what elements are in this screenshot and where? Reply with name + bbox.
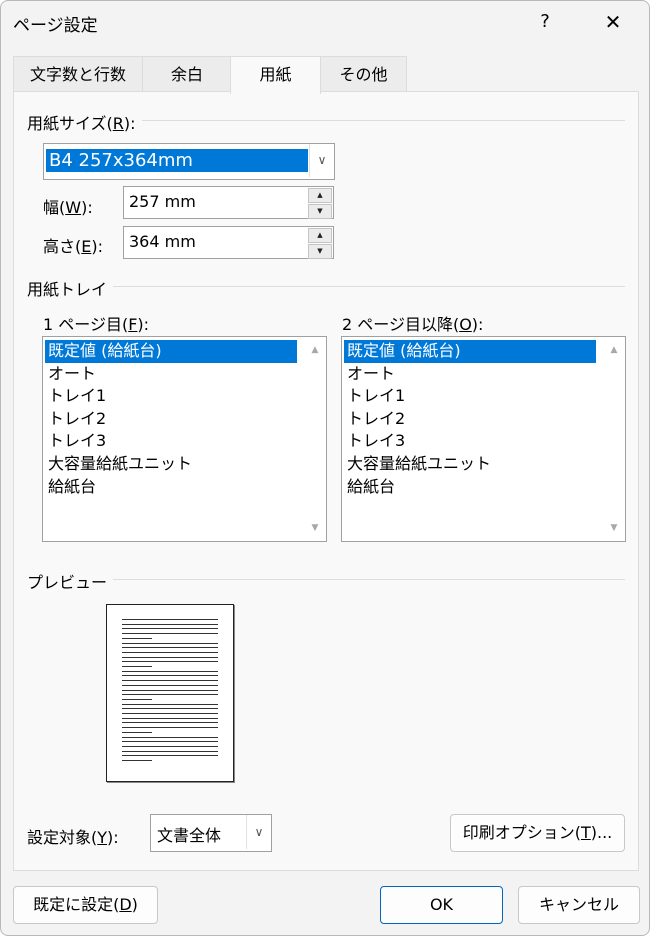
preview-line xyxy=(122,633,218,635)
chevron-down-icon[interactable]: ∨ xyxy=(246,815,271,849)
height-label: 高さ(E): xyxy=(43,237,103,256)
preview-line xyxy=(122,750,218,752)
preview-line xyxy=(122,637,152,639)
spin-down-icon[interactable]: ▼ xyxy=(308,244,332,259)
ok-button[interactable]: OK xyxy=(380,886,503,924)
scroll-up-icon[interactable]: ▲ xyxy=(307,345,323,355)
preview-line xyxy=(122,642,218,644)
list-item[interactable]: 給紙台 xyxy=(344,476,596,499)
preview-line xyxy=(122,680,218,682)
preview-line xyxy=(122,694,218,696)
list-item[interactable]: 既定値 (給紙台) xyxy=(344,340,596,363)
preview-group-label: プレビュー xyxy=(27,569,114,593)
page-setup-dialog: ページ設定 ? ✕ 文字数と行数 余白 用紙 その他 用紙サイズ(R): B4 … xyxy=(0,0,650,936)
preview-line xyxy=(122,656,218,658)
list-item[interactable]: トレイ2 xyxy=(344,408,596,431)
close-icon[interactable]: ✕ xyxy=(597,7,629,37)
paper-tray-divider xyxy=(113,286,625,287)
list-item[interactable]: オート xyxy=(45,363,297,386)
scroll-down-icon[interactable]: ▼ xyxy=(606,523,622,533)
preview-line xyxy=(122,760,152,761)
width-spin-buttons: ▲ ▼ xyxy=(308,188,332,219)
other-pages-tray-items: 既定値 (給紙台) オート トレイ1 トレイ2 トレイ3 大容量給紙ユニット 給… xyxy=(344,340,596,498)
list-item[interactable]: トレイ2 xyxy=(45,408,297,431)
help-icon[interactable]: ? xyxy=(531,7,559,37)
first-page-tray-list[interactable]: 既定値 (給紙台) オート トレイ1 トレイ2 トレイ3 大容量給紙ユニット 給… xyxy=(42,336,327,542)
other-pages-tray-list[interactable]: 既定値 (給紙台) オート トレイ1 トレイ2 トレイ3 大容量給紙ユニット 給… xyxy=(341,336,626,542)
preview-line xyxy=(122,741,218,743)
apply-to-label: 設定対象(Y): xyxy=(27,828,119,847)
height-value[interactable]: 364 mm xyxy=(129,232,196,251)
preview-line xyxy=(122,717,218,719)
width-value[interactable]: 257 mm xyxy=(129,192,196,211)
preview-line xyxy=(122,619,218,620)
paper-size-divider xyxy=(141,120,625,121)
preview-line xyxy=(122,703,218,705)
tab-paper[interactable]: 用紙 xyxy=(230,56,321,94)
preview-line xyxy=(122,736,218,738)
width-spinner[interactable]: 257 mm ▲ ▼ xyxy=(123,186,334,219)
apply-to-value: 文書全体 xyxy=(157,826,222,845)
chevron-down-icon[interactable]: ∨ xyxy=(309,144,334,177)
preview-line xyxy=(122,651,218,653)
tab-characters-lines[interactable]: 文字数と行数 xyxy=(13,56,143,93)
preview-line xyxy=(122,755,218,757)
paper-size-group-label: 用紙サイズ(R): xyxy=(27,110,142,134)
preview-line xyxy=(122,698,152,700)
print-options-button[interactable]: 印刷オプション(T)... xyxy=(450,814,625,852)
preview-line xyxy=(122,647,218,649)
preview-line xyxy=(122,745,218,747)
apply-to-dropdown[interactable]: 文書全体 ∨ xyxy=(150,814,272,852)
list-item[interactable]: トレイ3 xyxy=(344,430,596,453)
list-item[interactable]: 既定値 (給紙台) xyxy=(45,340,297,363)
preview-line xyxy=(122,623,218,625)
list-item[interactable]: トレイ1 xyxy=(344,385,596,408)
preview-divider xyxy=(103,579,625,580)
preview-line xyxy=(122,713,218,714)
preview-line xyxy=(122,727,218,729)
tab-other[interactable]: その他 xyxy=(320,56,407,93)
height-spinner[interactable]: 364 mm ▲ ▼ xyxy=(123,226,334,259)
other-pages-label: 2 ページ目以降(O): xyxy=(342,315,484,334)
spin-up-icon[interactable]: ▲ xyxy=(308,228,332,243)
list-item[interactable]: トレイ1 xyxy=(45,385,297,408)
preview-line xyxy=(122,661,218,663)
list-item[interactable]: 給紙台 xyxy=(45,476,297,499)
list-item[interactable]: トレイ3 xyxy=(45,430,297,453)
set-default-button[interactable]: 既定に設定(D) xyxy=(13,886,158,924)
first-page-tray-items: 既定値 (給紙台) オート トレイ1 トレイ2 トレイ3 大容量給紙ユニット 給… xyxy=(45,340,297,498)
preview-line xyxy=(122,666,152,667)
paper-size-dropdown[interactable]: B4 257x364mm ∨ xyxy=(43,143,335,180)
tab-margins[interactable]: 余白 xyxy=(142,56,232,93)
list-item[interactable]: オート xyxy=(344,363,596,386)
width-label: 幅(W): xyxy=(43,198,93,217)
preview-line xyxy=(122,722,218,724)
preview-line xyxy=(122,670,218,672)
preview-line xyxy=(122,708,218,710)
scroll-down-icon[interactable]: ▼ xyxy=(307,523,323,533)
spin-up-icon[interactable]: ▲ xyxy=(308,188,332,203)
preview-line xyxy=(122,628,218,630)
preview-line xyxy=(122,689,218,691)
first-page-label: 1 ページ目(F): xyxy=(43,315,150,334)
page-preview xyxy=(106,604,234,782)
dialog-title: ページ設定 xyxy=(13,16,98,36)
preview-line xyxy=(122,684,218,686)
scroll-up-icon[interactable]: ▲ xyxy=(606,345,622,355)
preview-line xyxy=(122,675,218,677)
paper-tray-group-label: 用紙トレイ xyxy=(27,276,114,300)
list-item[interactable]: 大容量給紙ユニット xyxy=(344,453,596,476)
list-item[interactable]: 大容量給紙ユニット xyxy=(45,453,297,476)
preview-line xyxy=(122,731,152,733)
title-bar: ページ設定 ? ✕ xyxy=(1,1,649,45)
paper-size-selected: B4 257x364mm xyxy=(46,149,308,172)
spin-down-icon[interactable]: ▼ xyxy=(308,204,332,219)
height-spin-buttons: ▲ ▼ xyxy=(308,228,332,259)
cancel-button[interactable]: キャンセル xyxy=(518,886,640,924)
